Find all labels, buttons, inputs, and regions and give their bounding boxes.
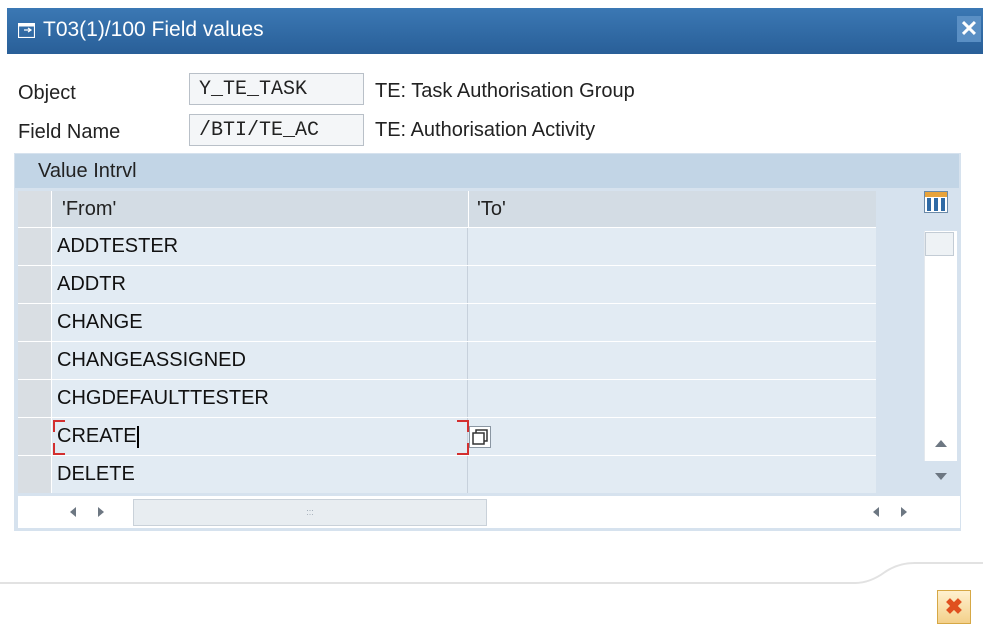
focus-bracket (457, 443, 469, 455)
from-cell[interactable]: CHANGEASSIGNED (54, 342, 468, 379)
field-name-description: TE: Authorisation Activity (375, 119, 596, 141)
vertical-scroll-thumb[interactable] (925, 232, 954, 256)
table-row: CHGDEFAULTTESTER (18, 379, 876, 417)
cancel-button[interactable]: ✖ (937, 590, 971, 624)
scroll-grip-icon: ::: (306, 507, 314, 517)
object-description: TE: Task Authorisation Group (375, 80, 635, 102)
focus-bracket (457, 420, 469, 432)
scroll-up-arrow-icon[interactable] (935, 440, 947, 447)
row-selector[interactable] (18, 380, 52, 417)
text-cursor (136, 425, 139, 448)
window-title: T03(1)/100 Field values (43, 18, 264, 41)
table-row-focused: CREATE (18, 417, 876, 455)
row-selector[interactable] (18, 228, 52, 265)
to-cell[interactable] (468, 456, 876, 493)
table-row: ADDTR (18, 265, 876, 303)
row-selector[interactable] (18, 304, 52, 341)
scroll-down-arrow-icon[interactable] (935, 473, 947, 480)
from-cell[interactable]: CHANGE (54, 304, 468, 341)
select-all-button[interactable] (18, 191, 52, 227)
scroll-left-arrow-icon[interactable] (873, 507, 879, 517)
footer-divider (0, 562, 983, 584)
field-name-label: Field Name (18, 121, 121, 143)
to-cell[interactable] (468, 342, 876, 379)
cancel-icon: ✖ (944, 594, 964, 619)
horizontal-scrollbar: ::: (18, 496, 960, 528)
horizontal-scroll-thumb[interactable]: ::: (133, 499, 487, 526)
column-header-row: 'From' 'To' (18, 191, 876, 227)
to-cell[interactable] (468, 304, 876, 341)
from-cell-active[interactable]: CREATE (54, 418, 468, 455)
to-cell[interactable] (468, 228, 876, 265)
table-row: CHANGE (18, 303, 876, 341)
column-header-from[interactable]: 'From' (54, 191, 468, 227)
multiple-selection-icon[interactable] (469, 426, 491, 448)
row-selector[interactable] (18, 266, 52, 303)
scroll-right-arrow-icon[interactable] (98, 507, 104, 517)
row-selector[interactable] (18, 418, 52, 455)
field-name-field[interactable]: /BTI/TE_AC (189, 114, 364, 146)
value-interval-table: Value Intrvl 'From' 'To' ADDTESTER ADDTR… (14, 153, 961, 531)
from-cell-text: CREATE (57, 425, 137, 447)
table-caption-text: Value Intrvl (38, 160, 137, 182)
field-values-dialog: T03(1)/100 Field values ✕ Object Y_TE_TA… (0, 0, 983, 632)
to-cell[interactable] (468, 380, 876, 417)
table-row: CHANGEASSIGNED (18, 341, 876, 379)
object-label: Object (18, 82, 76, 104)
row-selector[interactable] (18, 342, 52, 379)
to-cell[interactable] (468, 418, 876, 455)
focus-bracket (53, 443, 65, 455)
table-caption: Value Intrvl (15, 154, 959, 188)
to-cell[interactable] (468, 266, 876, 303)
from-cell[interactable]: ADDTR (54, 266, 468, 303)
from-cell[interactable]: ADDTESTER (54, 228, 468, 265)
from-cell[interactable]: DELETE (54, 456, 468, 493)
close-icon: ✕ (959, 16, 979, 41)
from-cell[interactable]: CHGDEFAULTTESTER (54, 380, 468, 417)
table-row: DELETE (18, 455, 876, 493)
table-grid: 'From' 'To' ADDTESTER ADDTR CHANGE CHANG (18, 191, 876, 493)
scroll-left-arrow-icon[interactable] (70, 507, 76, 517)
table-settings-icon[interactable] (924, 191, 948, 213)
title-bar: T03(1)/100 Field values ✕ (7, 8, 983, 54)
table-row: ADDTESTER (18, 227, 876, 265)
object-field[interactable]: Y_TE_TASK (189, 73, 364, 105)
column-header-to[interactable]: 'To' (468, 191, 876, 227)
close-button[interactable]: ✕ (957, 16, 981, 42)
focus-bracket (53, 420, 65, 432)
scroll-right-arrow-icon[interactable] (901, 507, 907, 517)
row-selector[interactable] (18, 456, 52, 493)
vertical-scrollbar[interactable] (924, 231, 957, 461)
dialog-icon (18, 23, 35, 38)
